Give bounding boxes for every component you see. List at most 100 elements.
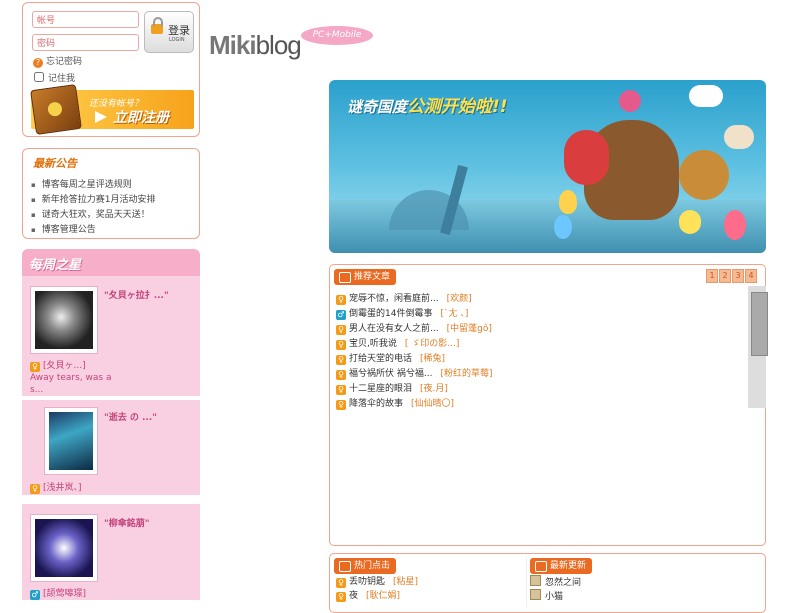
login-button[interactable]: 登录 LOGIN <box>144 11 194 53</box>
star-avatar[interactable] <box>30 286 98 354</box>
list-item: ♀ 宝贝,听我说 [ ゞ印の影...] <box>336 337 492 352</box>
news-item[interactable]: 新年抢答拉力赛1月活动安排 <box>31 193 156 208</box>
login-panel: 登录 LOGIN ?忘记密码 记住我 还没有帐号？ 立即注册 <box>22 2 200 137</box>
news-item[interactable]: 博客管理公告 <box>31 223 155 238</box>
star-user-name: [浅井岚、] <box>43 483 82 493</box>
article-title[interactable]: 打给天堂的电话 <box>349 354 412 364</box>
star-user-name: [颉莺嗥璟] <box>43 589 87 599</box>
egg-icon <box>559 190 577 214</box>
star-avatar[interactable] <box>44 407 98 475</box>
thumbnail-image <box>751 292 768 356</box>
bottom-panel: 热门点击 ♀ 丢叻钥匙 [粘星] ♀ 夜 [耿仁娟] 最新更新 忽然之间 小猫 <box>329 553 766 613</box>
page-3[interactable]: 3 <box>732 269 744 283</box>
page-2[interactable]: 2 <box>719 269 731 283</box>
logo-miki: Miki <box>209 30 257 60</box>
weekly-star-header: 每周之星 <box>22 249 200 276</box>
female-icon: ♀ <box>336 340 346 350</box>
pencil-icon <box>530 589 541 600</box>
site-logo[interactable]: Mikiblog <box>209 30 302 61</box>
article-author[interactable]: [夜.月] <box>420 384 448 394</box>
article-title[interactable]: 宝贝,听我说 <box>349 339 397 349</box>
pagination: 1234 <box>706 269 758 283</box>
account-input[interactable] <box>33 12 138 27</box>
star-user[interactable]: ♂ [颉莺嗥璟] <box>30 586 86 600</box>
article-title[interactable]: 忽然之间 <box>545 578 581 588</box>
forgot-password-label: 忘记密码 <box>46 57 83 67</box>
star-name[interactable]: "逝去 の ..." <box>104 410 157 423</box>
arrow-right-icon <box>95 111 107 123</box>
latest-title: 最新更新 <box>550 561 587 571</box>
star-user[interactable]: ♀ [夂貝ヶ...] <box>30 358 86 372</box>
list-item: ♀ 男人在没有女人之前... [中留蓬gô] <box>336 322 492 337</box>
article-author[interactable]: [欢颜] <box>447 294 472 304</box>
article-title[interactable]: 男人在没有女人之前... <box>349 324 439 334</box>
female-icon: ♀ <box>336 592 346 602</box>
news-list: 博客每周之星评选规则 新年抢答拉力赛1月活动安排 谜奇大狂欢，奖品天天送！ 博客… <box>31 178 156 238</box>
star-name[interactable]: "柳傘銘萠" <box>104 516 149 529</box>
news-item[interactable]: 博客每周之星评选规则 <box>31 178 155 193</box>
article-title[interactable]: 十二星座的眼泪 <box>349 384 412 394</box>
female-icon: ♀ <box>30 362 40 372</box>
female-icon: ♀ <box>336 295 346 305</box>
cloud-character <box>724 125 754 149</box>
recommend-tab[interactable]: 推荐文章 <box>334 269 397 285</box>
article-author[interactable]: [ ゞ印の影...] <box>405 339 459 349</box>
article-author[interactable]: [粘星] <box>393 577 418 587</box>
register-banner[interactable]: 还没有帐号？ 立即注册 <box>30 84 194 135</box>
article-author[interactable]: [稀兔] <box>420 354 445 364</box>
latest-tab[interactable]: 最新更新 <box>530 558 593 574</box>
login-button-sublabel: LOGIN <box>169 37 185 43</box>
password-field[interactable] <box>32 34 139 51</box>
list-item: ♀ 夜 [耿仁娟] <box>336 589 418 603</box>
promo-banner[interactable]: 谜奇国度公测开始啦!! <box>329 80 766 253</box>
star-name[interactable]: "夂貝ヶ拉扌..." <box>104 288 169 301</box>
star-avatar[interactable] <box>30 514 98 582</box>
star-user[interactable]: ♀ [浅井岚、] <box>30 480 82 494</box>
hot-list: ♀ 丢叻钥匙 [粘星] ♀ 夜 [耿仁娟] <box>336 575 418 603</box>
latest-list: 忽然之间 小猫 <box>530 575 581 603</box>
male-icon: ♂ <box>30 590 40 600</box>
hot-tab[interactable]: 热门点击 <box>334 558 397 574</box>
list-item: 小猫 <box>530 589 581 603</box>
account-field[interactable] <box>32 11 139 28</box>
article-author[interactable]: [仙仙晴〇] <box>411 399 454 409</box>
bird-character <box>689 85 723 107</box>
article-title[interactable]: 宠辱不惊，闲看庭前... <box>349 294 439 304</box>
question-icon: ? <box>33 58 43 68</box>
remember-label: 记住我 <box>48 74 76 84</box>
article-title[interactable]: 降落伞的故事 <box>349 399 403 409</box>
article-title[interactable]: 小猫 <box>545 592 563 602</box>
password-input[interactable] <box>33 35 138 50</box>
article-title[interactable]: 倒霉蛋的14件倒霉事 <box>349 309 432 319</box>
article-title[interactable]: 福兮祸所伏 祸兮福... <box>349 369 432 379</box>
forgot-password-link[interactable]: ? 忘记密码 <box>33 54 82 68</box>
page-4[interactable]: 4 <box>745 269 757 283</box>
article-title[interactable]: 丢叻钥匙 <box>349 577 385 587</box>
banner-text: 谜奇国度公测开始啦!! <box>347 92 508 117</box>
list-item: 忽然之间 <box>530 575 581 589</box>
female-icon: ♀ <box>336 578 346 588</box>
recommend-thumbnail[interactable] <box>748 286 768 408</box>
list-item: ♂ 倒霉蛋的14件倒霉事 [ˋ尢 、] <box>336 307 492 322</box>
remember-me[interactable]: 记住我 <box>34 71 75 84</box>
logo-tag: PC+Mobile <box>301 26 373 45</box>
page-1[interactable]: 1 <box>706 269 718 283</box>
female-icon: ♀ <box>336 385 346 395</box>
article-author[interactable]: [中留蓬gô] <box>447 324 492 334</box>
remember-checkbox[interactable] <box>34 72 44 82</box>
article-author[interactable]: [粉红的草莓] <box>440 369 492 379</box>
article-author[interactable]: [ˋ尢 、] <box>440 309 468 319</box>
yellow-character <box>679 210 701 234</box>
pink-character <box>619 90 641 112</box>
register-label: 立即注册 <box>113 110 169 126</box>
banner-text-b: 公测开始啦!! <box>407 97 508 117</box>
female-icon: ♀ <box>336 325 346 335</box>
lock-icon <box>151 17 163 34</box>
recommend-panel: 推荐文章 1234 ♀ 宠辱不惊，闲看庭前... [欢颜] ♂ 倒霉蛋的14件倒霉事[… <box>329 264 768 546</box>
banner-text-a: 谜奇国度 <box>347 98 408 116</box>
egg-icon <box>554 215 572 239</box>
news-item[interactable]: 谜奇大狂欢，奖品天天送！ <box>31 208 155 223</box>
logo-blog: blog <box>255 30 302 60</box>
weekly-star-title: 每周之星 <box>29 258 82 273</box>
hot-title: 热门点击 <box>354 561 391 571</box>
